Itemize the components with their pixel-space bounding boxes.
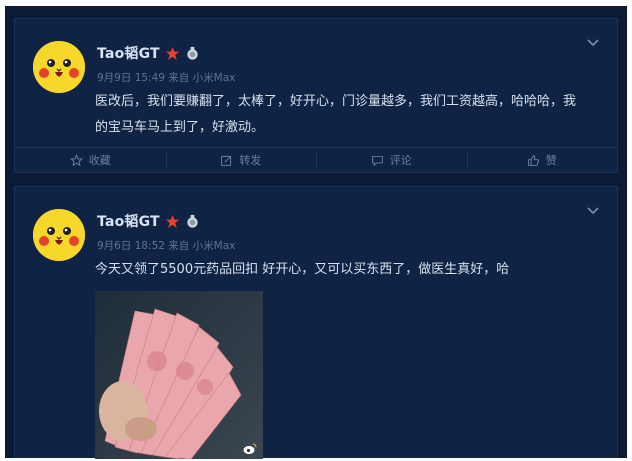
pikachu-avatar-icon	[33, 209, 85, 261]
post-photo[interactable]	[95, 291, 263, 459]
comment-icon	[371, 155, 383, 167]
comment-button[interactable]: 评论	[316, 148, 467, 172]
post-text: 医改后，我们要赚翻了，太棒了，好开心，门诊量越多，我们工资越高，哈哈哈，我的宝马…	[95, 94, 577, 135]
pikachu-avatar-icon	[33, 41, 85, 93]
post-text: 今天又领了5500元药品回扣 好开心，又可以买东西了，做医生真好，哈	[95, 262, 510, 277]
repost-button[interactable]: 转发	[165, 148, 317, 172]
post-meta: 9月6日 18:52 来自 小米Max	[97, 240, 236, 252]
post-meta: 9月9日 15:49 来自 小米Max	[97, 72, 236, 84]
chevron-down-icon[interactable]	[585, 203, 601, 219]
red-star-icon	[165, 214, 179, 228]
favorite-button[interactable]: 收藏	[15, 148, 166, 172]
username[interactable]: Tao韬GT	[97, 211, 160, 231]
repost-label: 转发	[239, 154, 262, 167]
repost-icon	[221, 155, 232, 166]
favorite-label: 收藏	[88, 154, 111, 167]
banknotes-photo	[95, 291, 263, 459]
weibo-feed: Tao韬GT 9月9日 15:49 来自 小米Max 医改后，我们要赚翻了，太棒…	[5, 6, 627, 459]
medal-icon	[187, 46, 198, 60]
post-card: Tao韬GT 9月6日 18:52 来自 小米Max 今天又领了5500元药品回…	[14, 186, 618, 459]
username-row: Tao韬GT	[97, 211, 200, 231]
username[interactable]: Tao韬GT	[97, 43, 160, 63]
username-row: Tao韬GT	[97, 43, 200, 63]
star-outline-icon	[69, 153, 83, 166]
medal-icon	[187, 214, 198, 228]
red-star-icon	[165, 46, 179, 60]
post-card: Tao韬GT 9月9日 15:49 来自 小米Max 医改后，我们要赚翻了，太棒…	[14, 18, 618, 173]
like-button[interactable]: 赞	[466, 148, 618, 172]
avatar[interactable]	[33, 209, 85, 261]
chevron-down-icon[interactable]	[585, 35, 601, 51]
post-actions: 收藏 转发 评论 赞	[15, 147, 617, 172]
comment-label: 评论	[389, 154, 412, 167]
avatar[interactable]	[33, 41, 85, 93]
thumbs-up-icon	[527, 154, 539, 166]
like-label: 赞	[545, 154, 557, 167]
weibo-icon	[243, 443, 257, 454]
